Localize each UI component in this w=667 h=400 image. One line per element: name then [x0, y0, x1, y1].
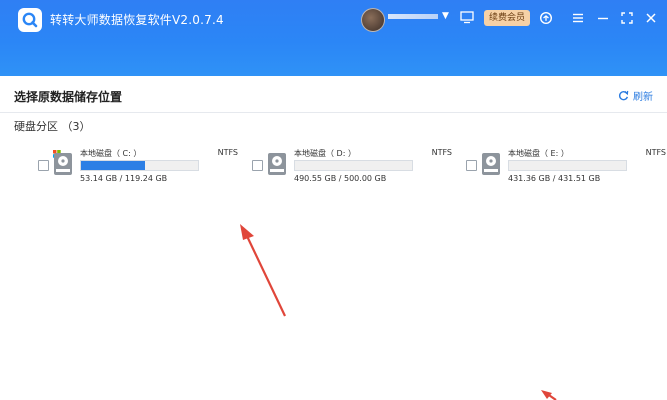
support-icon[interactable] [539, 11, 553, 25]
monitor-icon[interactable] [460, 11, 474, 24]
drive-checkbox[interactable] [252, 160, 263, 171]
title-bar: 转转大师数据恢复软件V2.0.7.4 ▼ 续费会员 [0, 0, 667, 76]
partition-section-label: 硬盘分区 （3） [14, 120, 91, 133]
hard-disk-icon [54, 153, 72, 175]
menu-icon[interactable] [571, 11, 585, 25]
drive-card-e[interactable]: 本地磁盘（ E: ） NTFS 431.36 GB / 431.51 GB [466, 148, 666, 188]
drive-usage-bar [80, 160, 199, 171]
app-title: 转转大师数据恢复软件V2.0.7.4 [50, 13, 224, 27]
hard-disk-icon [268, 153, 286, 175]
drive-name: 本地磁盘（ C: ） [80, 149, 142, 158]
drive-usage-fill [81, 161, 146, 170]
drive-name: 本地磁盘（ D: ） [294, 149, 356, 158]
hard-disk-icon [482, 153, 500, 175]
drive-filesystem: NTFS [645, 148, 666, 157]
drive-usage-bar [508, 160, 627, 171]
drive-card-c[interactable]: 本地磁盘（ C: ） NTFS 53.14 GB / 119.24 GB [38, 148, 238, 188]
renew-vip-button[interactable]: 续费会员 [484, 10, 530, 26]
drive-filesystem: NTFS [217, 148, 238, 157]
drive-usage-text: 53.14 GB / 119.24 GB [80, 174, 168, 183]
main-panel: 选择原数据储存位置 刷新 硬盘分区 （3） 本地磁盘（ C: ） NTFS 53… [0, 76, 667, 400]
close-icon[interactable] [644, 11, 658, 25]
drive-checkbox[interactable] [466, 160, 477, 171]
minimize-icon[interactable] [596, 11, 610, 25]
username-redacted [388, 14, 438, 19]
maximize-icon[interactable] [620, 11, 634, 25]
page-title: 选择原数据储存位置 [14, 90, 123, 104]
drive-usage-text: 490.55 GB / 500.00 GB [294, 174, 387, 183]
drive-checkbox[interactable] [38, 160, 49, 171]
drive-filesystem: NTFS [431, 148, 452, 157]
drive-name: 本地磁盘（ E: ） [508, 149, 569, 158]
refresh-button[interactable]: 刷新 [618, 88, 653, 103]
user-avatar[interactable] [361, 8, 385, 32]
drive-usage-text: 431.36 GB / 431.51 GB [508, 174, 601, 183]
divider [0, 112, 667, 113]
refresh-icon [618, 90, 629, 101]
drive-card-d[interactable]: 本地磁盘（ D: ） NTFS 490.55 GB / 500.00 GB [252, 148, 452, 188]
user-menu-caret-icon[interactable]: ▼ [442, 11, 449, 21]
app-logo-icon [18, 8, 42, 32]
drive-usage-bar [294, 160, 413, 171]
refresh-label: 刷新 [633, 92, 653, 103]
